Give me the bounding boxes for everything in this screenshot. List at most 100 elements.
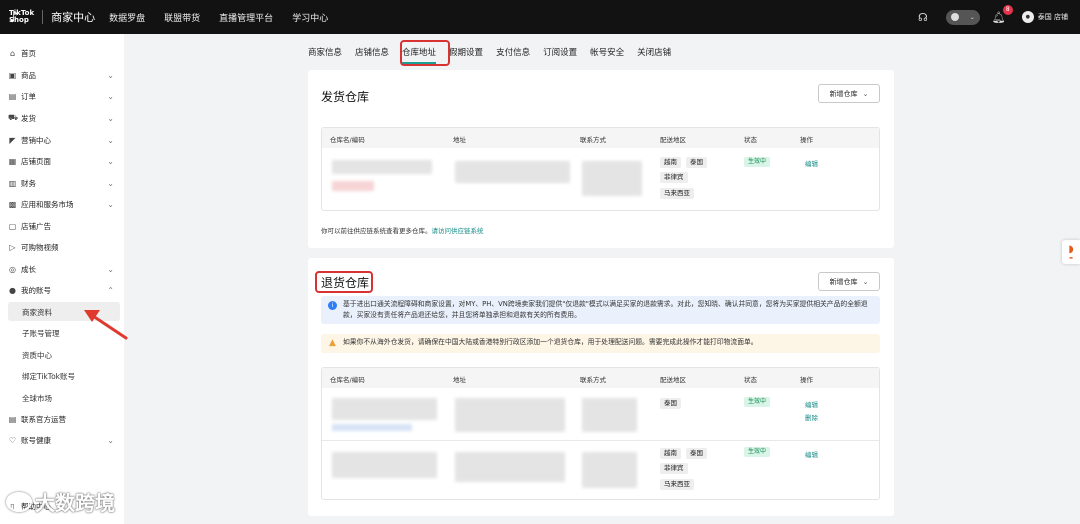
sidebar-item-home[interactable]: ⌂ 首页 [8, 45, 120, 61]
shipping-warehouse-title: 发货仓库 [321, 90, 370, 104]
region-tag: 菲律宾 [660, 172, 688, 183]
col-contact: 联系方式 [580, 136, 606, 144]
tab-holiday-settings[interactable]: 假期设置 [449, 46, 483, 58]
sidebar-item-shoppable-video[interactable]: ▷ 可购物视频 [8, 239, 120, 255]
sidebar [0, 34, 124, 524]
new-return-warehouse-button[interactable]: 新增仓库 ⌄ [818, 272, 880, 291]
sidebar-item-contact-ops[interactable]: ▤ 联系官方运营 [8, 411, 120, 427]
notification-bell[interactable]: 🔔︎ 8 [992, 4, 1013, 24]
tab-merchant-info[interactable]: 商家信息 [308, 46, 342, 58]
sidebar-subitem-merchant-profile[interactable]: 商家资料 [22, 307, 52, 318]
edit-link[interactable]: 编辑 [805, 449, 818, 459]
blurred-contact [582, 398, 637, 432]
shipping-warehouse-card: 发货仓库 新增仓库 ⌄ 仓库名/编码 地址 联系方式 配送地区 状态 操作 越南 … [308, 70, 894, 248]
col-actions: 操作 [800, 376, 813, 384]
info-icon: i [328, 301, 337, 310]
region-tag: 泰国 [686, 157, 707, 168]
sidebar-item-app-market[interactable]: ▩ 应用和服务市场 ⌄ [8, 196, 120, 212]
sidebar-item-label: 应用和服务市场 [21, 199, 74, 209]
col-actions: 操作 [800, 136, 813, 144]
tiktok-note-icon: ♪ [9, 8, 19, 26]
truck-icon: ⛟ [8, 113, 19, 122]
blurred-address [455, 161, 570, 183]
sidebar-item-store-page[interactable]: ▦ 店铺页面 ⌄ [8, 153, 120, 169]
chevron-down-icon: ⌄ [862, 89, 869, 98]
edit-link[interactable]: 编辑 [805, 158, 818, 168]
new-shipping-warehouse-button[interactable]: 新增仓库 ⌄ [818, 84, 880, 103]
tab-store-info[interactable]: 店铺信息 [355, 46, 389, 58]
sidebar-item-marketing[interactable]: ◤ 营销中心 ⌄ [8, 132, 120, 148]
col-warehouse-name: 仓库名/编码 [330, 376, 365, 384]
sidebar-subitem-sub-accounts[interactable]: 子账号管理 [22, 328, 60, 339]
sidebar-item-shipping[interactable]: ⛟ 发货 ⌄ [8, 110, 120, 126]
chevron-up-icon: ⌃ [107, 285, 114, 295]
tiktok-shop-logo[interactable]: ♪ TikTok Shop 商家中心 [9, 8, 95, 26]
sidebar-item-label: 营销中心 [21, 135, 51, 145]
chevron-down-icon: ⌄ [107, 264, 114, 274]
growth-icon: ◎ [9, 264, 16, 274]
sidebar-item-store-ads[interactable]: ▢ 店铺广告 [8, 218, 120, 234]
blurred-warehouse-code [332, 424, 412, 431]
user-menu[interactable]: ● 泰国 店铺 [1021, 11, 1068, 23]
nav-affiliate[interactable]: 联盟带货 [164, 11, 200, 24]
top-nav: 数据罗盘 联盟带货 直播管理平台 学习中心 [109, 11, 347, 24]
notification-badge: 8 [1002, 4, 1013, 15]
helper-logo-icon: ◗ [1068, 243, 1074, 255]
chat-icon [950, 13, 959, 21]
sidebar-item-products[interactable]: ▣ 商品 ⌄ [8, 67, 120, 83]
return-warning-alert: ▲ 如果你不从海外仓发货，请确保在中国大陆或香港特别行政区添加一个退货仓库，用于处… [321, 334, 880, 353]
sidebar-item-label: 订单 [21, 91, 36, 101]
tab-account-security[interactable]: 帐号安全 [590, 46, 624, 58]
blurred-address [455, 398, 565, 432]
nav-learning-center[interactable]: 学习中心 [292, 11, 328, 24]
nav-data-compass[interactable]: 数据罗盘 [109, 11, 145, 24]
blurred-contact [582, 452, 637, 488]
chevron-down-icon: ⌄ [107, 178, 114, 188]
col-contact: 联系方式 [580, 376, 606, 384]
sidebar-subitem-global-market[interactable]: 全球市场 [22, 393, 52, 404]
new-warehouse-label: 新增仓库 [829, 89, 858, 98]
edit-link[interactable]: 编辑 [805, 399, 818, 409]
floating-helper-button[interactable]: ◗ ▬ [1062, 240, 1080, 264]
annotation-arrow [84, 310, 128, 340]
col-address: 地址 [453, 136, 466, 144]
video-icon: ▷ [9, 242, 16, 252]
sidebar-item-growth[interactable]: ◎ 成长 ⌄ [8, 261, 120, 277]
tab-close-store[interactable]: 关闭店铺 [637, 46, 671, 58]
col-address: 地址 [453, 376, 466, 384]
region-tag: 越南 [660, 157, 681, 168]
sidebar-item-my-account[interactable]: ● 我的账号 ⌃ [8, 282, 120, 298]
sidebar-item-label: 成长 [21, 264, 36, 274]
sidebar-item-label: 首页 [21, 48, 36, 58]
watermark: 大数跨境 [6, 487, 115, 516]
return-warehouse-card: 退货仓库 新增仓库 ⌄ i 基于进出口通关流程障碍和商家设置，对MY、PH、VN跨境… [308, 258, 894, 516]
blurred-warehouse-name [332, 452, 437, 478]
col-status: 状态 [744, 136, 757, 144]
sidebar-subitem-qualifications[interactable]: 资质中心 [22, 350, 52, 361]
tab-highlight-box [400, 40, 450, 66]
headset-icon[interactable]: ☊ [918, 11, 928, 24]
col-delivery-region: 配送地区 [660, 136, 686, 144]
apps-icon: ▩ [8, 199, 17, 209]
health-icon: ♡ [8, 435, 17, 445]
nav-live-platform[interactable]: 直播管理平台 [219, 11, 273, 24]
sidebar-subitem-bind-tiktok[interactable]: 绑定TikTok账号 [22, 371, 75, 382]
region-tag: 泰国 [686, 448, 707, 459]
col-status: 状态 [744, 376, 757, 384]
helper-badge-icon: ▬ [1069, 254, 1073, 260]
sidebar-item-orders[interactable]: ▤ 订单 ⌄ [8, 88, 120, 104]
delete-link[interactable]: 删除 [805, 412, 818, 422]
user-icon: ● [9, 285, 16, 295]
sidebar-item-account-health[interactable]: ♡ 账号健康 ⌄ [8, 432, 120, 448]
sidebar-item-finance[interactable]: ▥ 财务 ⌄ [8, 175, 120, 191]
tab-payment-info[interactable]: 支付信息 [496, 46, 530, 58]
settings-tabs: 商家信息 店铺信息 仓库地址 假期设置 支付信息 订阅设置 帐号安全 关闭店铺 [308, 46, 671, 64]
chat-toggle[interactable]: ⌄ [945, 9, 980, 25]
sidebar-item-label: 财务 [21, 178, 36, 188]
region-tag: 菲律宾 [660, 463, 688, 474]
supply-chain-link[interactable]: 请访问供应链系统 [432, 227, 484, 235]
tab-subscription[interactable]: 订阅设置 [543, 46, 577, 58]
supply-chain-note: 你可以前往供应链系统查看更多仓库。请访问供应链系统 [321, 225, 484, 235]
chevron-down-icon: ⌄ [107, 199, 114, 209]
sidebar-item-label: 店铺广告 [21, 221, 51, 231]
